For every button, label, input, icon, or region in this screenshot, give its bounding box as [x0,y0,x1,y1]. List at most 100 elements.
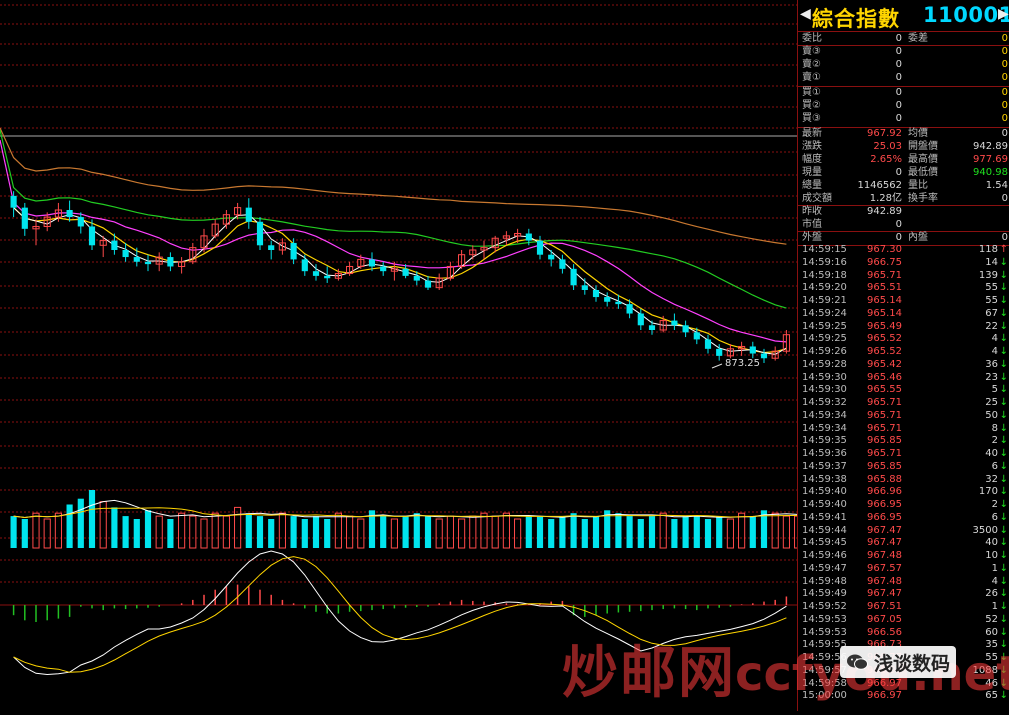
quote-label-2: 最高價 [908,154,938,165]
tick-row[interactable]: 14:59:25 965.52 4 ↓ [798,333,1009,346]
tick-row[interactable]: 14:59:30 965.46 23 ↓ [798,372,1009,385]
down-arrow-icon: ↓ [999,256,1008,268]
candle-down [167,257,174,267]
tick-row[interactable]: 14:59:32 965.71 25 ↓ [798,397,1009,410]
sell-order-row: 賣① 0 0 [798,71,1009,84]
candle-down [615,301,622,305]
down-arrow-icon: ↓ [999,664,1008,676]
down-arrow-icon: ↓ [999,575,1008,587]
sell-volume: 0 [1001,46,1008,57]
down-arrow-icon: ↓ [999,601,1008,612]
down-arrow-icon: ↓ [999,499,1008,510]
tick-volume: 55 [985,295,998,306]
tick-row[interactable]: 14:59:49 967.47 26 ↓ [798,588,1009,601]
quote-row: 幅度 2.65% 最高價 977.69 [798,153,1009,166]
tick-row[interactable]: 14:59:18 965.71 139 ↓ [798,270,1009,283]
quote-label: 外盤 [802,232,822,243]
down-arrow-icon: ↓ [999,677,1008,689]
down-arrow-icon: ↓ [999,690,1008,702]
tick-time: 14:59:38 [802,473,847,485]
tick-row[interactable]: 14:59:35 965.85 2 ↓ [798,435,1009,448]
down-arrow-icon: ↓ [999,422,1008,434]
tick-time: 14:59:49 [802,588,847,600]
tick-volume: 36 [985,358,998,370]
tick-time: 14:59:26 [802,346,847,357]
tick-row[interactable]: 15:00:00 966.97 65 ↓ [798,690,1009,703]
candle-down [368,259,376,267]
tick-row[interactable]: 14:59:26 965.52 4 ↓ [798,346,1009,359]
candle-down [693,332,700,340]
tick-row[interactable]: 14:59:28 965.42 36 ↓ [798,359,1009,372]
tick-row[interactable]: 14:59:53 966.56 60 ↓ [798,627,1009,640]
candle-down [10,195,17,208]
tick-row[interactable]: 14:59:56 966.77 55 ↓ [798,652,1009,665]
candle-down [682,325,689,333]
tick-row[interactable]: 14:59:41 966.95 6 ↓ [798,512,1009,525]
tick-volume: 46 [985,677,998,689]
tick-time: 14:59:48 [802,575,847,587]
prev-arrow-icon[interactable]: ◀ [800,6,811,22]
tick-volume: 2 [991,435,998,447]
tick-row[interactable]: 14:59:48 967.48 4 ↓ [798,576,1009,589]
tick-row[interactable]: 14:59:16 966.75 14 ↓ [798,257,1009,270]
tick-row[interactable]: 14:59:55 966.73 35 ↓ [798,639,1009,652]
tick-row[interactable]: 14:59:52 967.51 1 ↓ [798,601,1009,614]
tick-time: 14:59:35 [802,435,847,447]
volume-bar-up [782,515,790,549]
buy-price: 0 [895,100,902,111]
tick-row[interactable]: 14:59:47 967.57 1 ↓ [798,563,1009,576]
candle-down [424,280,432,288]
tick-row[interactable]: 14:59:58 966.97 46 ↓ [798,678,1009,691]
kline-chart[interactable]: 873.25 [0,0,802,711]
quote-header: ◀ 綜合指數 110001 ▶ [798,0,1009,32]
tick-volume: 52 [985,613,998,625]
candle-down [21,207,28,229]
tick-row[interactable]: 14:59:30 965.55 5 ↓ [798,384,1009,397]
tick-row[interactable]: 14:59:24 965.14 67 ↓ [798,308,1009,321]
volume-bar-down [559,516,566,548]
tick-row[interactable]: 14:59:57 966.93 1088 ↓ [798,665,1009,678]
candle-down [671,320,678,326]
down-arrow-icon: ↓ [999,320,1008,332]
tick-row[interactable]: 14:59:40 966.96 170 ↓ [798,486,1009,499]
quote-row: 外盤 0 內盤 0 [798,231,1009,244]
tick-row[interactable]: 14:59:45 967.47 40 ↓ [798,537,1009,550]
volume-bar-down [704,519,712,548]
tick-row[interactable]: 14:59:38 965.88 32 ↓ [798,474,1009,487]
tick-price: 967.30 [867,244,902,255]
down-arrow-icon: ↓ [999,626,1008,638]
tick-volume: 60 [985,626,998,638]
candle-down [413,275,420,281]
ma20-line [0,139,787,343]
tick-price: 967.48 [867,575,902,587]
quote-value: 0 [895,167,902,178]
tick-row[interactable]: 14:59:34 965.71 50 ↓ [798,410,1009,423]
volume-bar-up [726,518,734,549]
tick-row[interactable]: 14:59:20 965.51 55 ↓ [798,282,1009,295]
tick-price: 966.56 [867,626,902,638]
volume-bar-down [402,516,409,548]
tick-row[interactable]: 14:59:40 966.95 2 ↓ [798,499,1009,512]
ma60-line [0,127,787,245]
tick-row[interactable]: 14:59:53 967.05 52 ↓ [798,614,1009,627]
volume-bar-down [536,516,544,548]
next-arrow-icon[interactable]: ▶ [998,6,1009,22]
tick-volume: 1 [991,562,998,574]
tick-row[interactable]: 14:59:36 965.71 40 ↓ [798,448,1009,461]
sell-volume: 0 [1001,59,1008,70]
tick-row[interactable]: 14:59:37 965.85 6 ↓ [798,461,1009,474]
candle-down [77,217,84,227]
quote-label-2: 開盤價 [908,141,938,152]
volume-bar-down [111,507,118,548]
tick-row[interactable]: 14:59:46 967.48 10 ↓ [798,550,1009,563]
down-arrow-icon: ↓ [999,371,1008,383]
tick-row[interactable]: 14:59:15 967.30 118 ↑ [798,244,1009,257]
tick-row[interactable]: 14:59:44 967.47 3500 ↓ [798,525,1009,538]
tick-time: 14:59:44 [802,524,847,536]
kline-chart-area[interactable]: 873.25 [0,0,802,711]
quote-value: 0 [895,232,902,243]
tick-row[interactable]: 14:59:25 965.49 22 ↓ [798,321,1009,334]
tick-row[interactable]: 14:59:21 965.14 55 ↓ [798,295,1009,308]
tick-time: 14:59:25 [802,333,847,345]
tick-row[interactable]: 14:59:34 965.71 8 ↓ [798,423,1009,436]
